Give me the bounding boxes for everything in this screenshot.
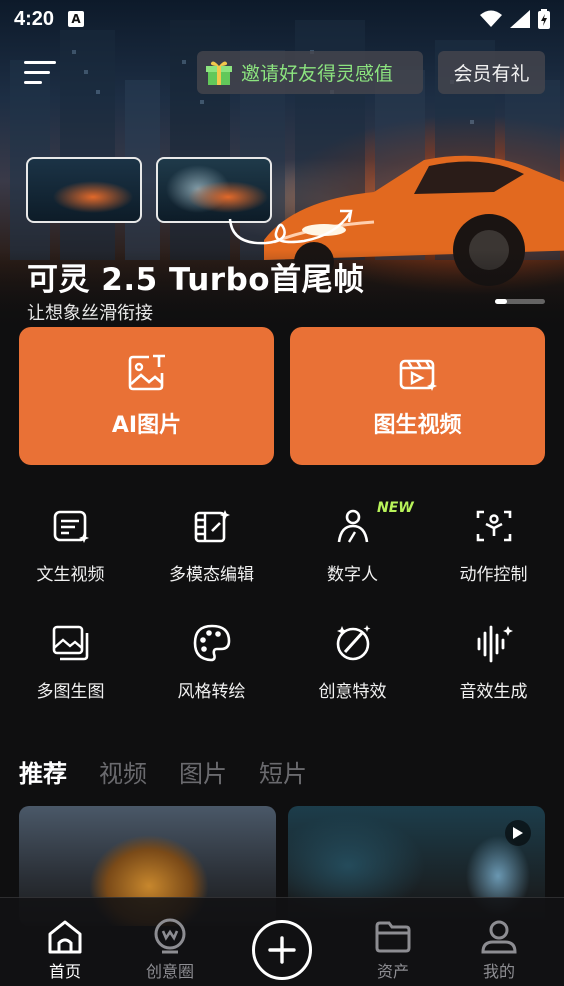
image-to-video-label: 图生视频 bbox=[373, 413, 462, 438]
curly-arrow-icon bbox=[228, 209, 353, 245]
nav-home[interactable]: 首页 bbox=[25, 918, 105, 982]
multimodal-edit-icon bbox=[194, 510, 230, 543]
multi-image-icon bbox=[52, 625, 88, 661]
invite-friends-button[interactable]: 邀请好友得灵感值 bbox=[197, 51, 423, 94]
content-tabs: 推荐 视频 图片 短片 bbox=[19, 754, 339, 789]
image-to-video-card[interactable]: 图生视频 bbox=[290, 327, 545, 465]
nav-home-label: 首页 bbox=[48, 962, 81, 981]
video-sparkle-icon bbox=[399, 359, 437, 391]
folder-icon bbox=[375, 921, 411, 953]
grid-label: 风格转绘 bbox=[177, 682, 246, 702]
ai-image-label: AI图片 bbox=[111, 413, 182, 438]
grid-label: 数字人 bbox=[327, 565, 378, 585]
text-to-video-item[interactable]: 文生视频 bbox=[0, 506, 141, 585]
tab-recommend[interactable]: 推荐 bbox=[19, 754, 67, 789]
grid-label: 动作控制 bbox=[459, 565, 528, 585]
carousel-indicator bbox=[495, 299, 545, 304]
hero-subtitle: 让想象丝滑衔接 bbox=[27, 303, 153, 324]
grid-label: 多图生图 bbox=[36, 682, 105, 702]
hero-title: 可灵 2.5 Turbo首尾帧 bbox=[27, 262, 365, 298]
status-time: 4:20 bbox=[14, 7, 55, 30]
palette-icon bbox=[193, 624, 230, 662]
home-icon bbox=[48, 920, 82, 954]
multimodal-edit-item[interactable]: 多模态编辑 bbox=[141, 506, 282, 585]
motion-control-icon bbox=[476, 510, 511, 542]
sound-wave-icon bbox=[477, 625, 513, 663]
nav-assets-label: 资产 bbox=[376, 962, 409, 981]
vip-gift-button[interactable]: 会员有礼 bbox=[438, 51, 545, 94]
nav-creative-label: 创意圈 bbox=[145, 962, 194, 981]
invite-label: 邀请好友得灵感值 bbox=[241, 63, 394, 85]
creative-circle-icon bbox=[154, 918, 186, 954]
gift-icon bbox=[206, 61, 232, 85]
grid-label: 多模态编辑 bbox=[169, 565, 254, 585]
nav-mine[interactable]: 我的 bbox=[459, 918, 539, 982]
notification-a-icon: A bbox=[68, 11, 85, 27]
status-bar: 4:20 A bbox=[0, 0, 564, 38]
profile-icon bbox=[481, 920, 517, 954]
battery-icon bbox=[538, 9, 550, 29]
ai-image-card[interactable]: AI图片 bbox=[19, 327, 274, 465]
plus-icon bbox=[268, 936, 296, 964]
nav-creative[interactable]: 创意圈 bbox=[130, 918, 210, 982]
nav-assets[interactable]: 资产 bbox=[353, 918, 433, 982]
tab-video[interactable]: 视频 bbox=[99, 754, 147, 789]
text-video-icon bbox=[53, 510, 89, 543]
tab-short-film[interactable]: 短片 bbox=[259, 754, 307, 789]
creative-effects-item[interactable]: 创意特效 bbox=[282, 623, 423, 702]
grid-label: 创意特效 bbox=[318, 682, 387, 702]
play-icon bbox=[505, 820, 531, 846]
wifi-icon bbox=[480, 10, 502, 27]
digital-human-icon bbox=[337, 509, 368, 543]
style-transfer-item[interactable]: 风格转绘 bbox=[141, 623, 282, 702]
menu-icon[interactable] bbox=[24, 58, 58, 88]
creative-effect-icon bbox=[336, 625, 370, 661]
nav-mine-label: 我的 bbox=[482, 962, 515, 981]
grid-label: 音效生成 bbox=[459, 682, 528, 702]
multi-image-item[interactable]: 多图生图 bbox=[0, 623, 141, 702]
new-badge: NEW bbox=[377, 500, 414, 516]
first-frame-thumbnail[interactable] bbox=[26, 157, 142, 223]
bottom-nav: 首页 创意圈 资产 我的 bbox=[0, 897, 564, 986]
image-text-icon bbox=[128, 354, 165, 391]
grid-label: 文生视频 bbox=[36, 565, 105, 585]
sound-effects-item[interactable]: 音效生成 bbox=[423, 623, 564, 702]
create-plus-button[interactable] bbox=[252, 920, 312, 980]
tab-image[interactable]: 图片 bbox=[179, 754, 227, 789]
signal-icon bbox=[510, 10, 530, 28]
digital-human-item[interactable]: 数字人 bbox=[282, 506, 423, 585]
motion-control-item[interactable]: 动作控制 bbox=[423, 506, 564, 585]
